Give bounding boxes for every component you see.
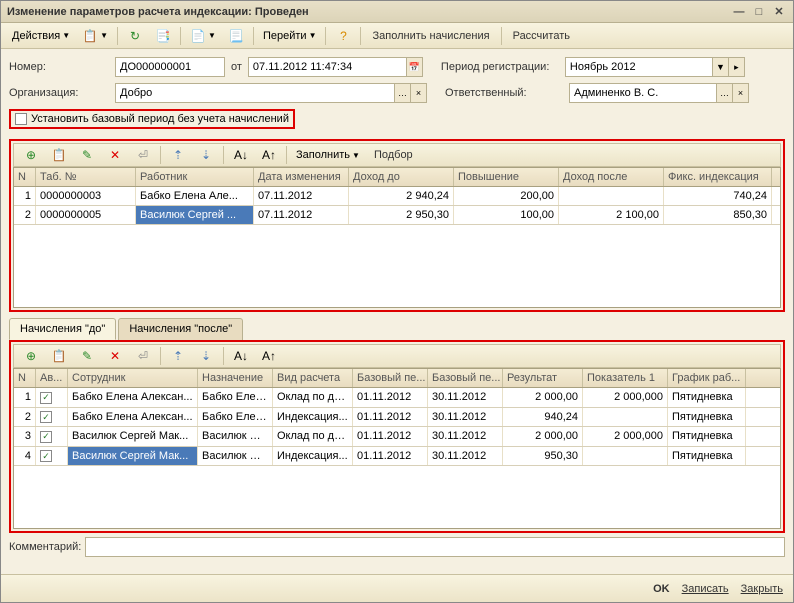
- tab-before[interactable]: Начисления "до": [9, 318, 116, 340]
- select-icon[interactable]: …: [394, 84, 410, 102]
- report-icon[interactable]: 📄▼: [185, 26, 221, 46]
- comment-label: Комментарий:: [9, 541, 81, 553]
- period-label: Период регистрации:: [441, 61, 559, 73]
- grid2[interactable]: N Ав... Сотрудник Назначение Вид расчета…: [13, 368, 781, 529]
- undo-icon[interactable]: ⏎: [130, 346, 156, 366]
- fill-accruals-button[interactable]: Заполнить начисления: [365, 26, 496, 46]
- window-controls: — □ ✕: [731, 5, 787, 19]
- grid1-header: N Таб. № Работник Дата изменения Доход д…: [14, 168, 780, 187]
- footer: OK Записать Закрыть: [1, 574, 793, 602]
- grid1-section: ⊕ 📋 ✎ ✕ ⏎ ⇡ ⇣ A↓ A↑ Заполнить▼ Подбор N …: [9, 139, 785, 312]
- fill-menu[interactable]: Заполнить▼: [291, 145, 365, 165]
- base-period-checkbox[interactable]: [15, 113, 27, 125]
- table-row[interactable]: 2✓Бабко Елена Алексан...Бабко Елен...Инд…: [14, 408, 780, 428]
- maximize-button[interactable]: □: [751, 5, 767, 19]
- copy-icon[interactable]: 📋: [46, 346, 72, 366]
- resp-label: Ответственный:: [445, 87, 563, 99]
- base-period-label: Установить базовый период без учета начи…: [31, 113, 289, 125]
- window-title: Изменение параметров расчета индексации:…: [7, 6, 731, 18]
- move-down-icon[interactable]: ⇣: [193, 346, 219, 366]
- copy-icon[interactable]: 📋: [46, 145, 72, 165]
- period-input[interactable]: Ноябрь 2012▼▸: [565, 57, 745, 77]
- template-icon[interactable]: 📃: [223, 26, 249, 46]
- table-row[interactable]: 4✓Василюк Сергей Мак...Василюк Се...Инде…: [14, 447, 780, 467]
- date-input[interactable]: 07.11.2012 11:47:34📅: [248, 57, 423, 77]
- undo-icon[interactable]: ⏎: [130, 145, 156, 165]
- number-input[interactable]: ДО000000001: [115, 57, 225, 77]
- from-label: от: [231, 61, 242, 73]
- select-button[interactable]: Подбор: [367, 145, 420, 165]
- window: Изменение параметров расчета индексации:…: [0, 0, 794, 603]
- grid2-body: 1✓Бабко Елена Алексан...Бабко Елен...Окл…: [14, 388, 780, 528]
- sort-desc-icon[interactable]: A↑: [256, 346, 282, 366]
- table-row[interactable]: 1 0000000003 Бабко Елена Але... 07.11.20…: [14, 187, 780, 206]
- grid2-toolbar: ⊕ 📋 ✎ ✕ ⏎ ⇡ ⇣ A↓ A↑: [13, 344, 781, 368]
- post-icon[interactable]: 📋▼: [77, 26, 113, 46]
- resp-input[interactable]: Админенко В. С.…×: [569, 83, 749, 103]
- comment-row: Комментарий:: [1, 533, 793, 561]
- titlebar: Изменение параметров расчета индексации:…: [1, 1, 793, 23]
- table-row[interactable]: 3✓Василюк Сергей Мак...Василюк Се...Окла…: [14, 427, 780, 447]
- grid1-body: 1 0000000003 Бабко Елена Але... 07.11.20…: [14, 187, 780, 307]
- save-post-icon[interactable]: 📑: [150, 26, 176, 46]
- close-button[interactable]: ✕: [771, 5, 787, 19]
- refresh-icon[interactable]: ↻: [122, 26, 148, 46]
- sort-asc-icon[interactable]: A↓: [228, 145, 254, 165]
- move-down-icon[interactable]: ⇣: [193, 145, 219, 165]
- actions-menu[interactable]: Действия▼: [7, 26, 75, 46]
- move-up-icon[interactable]: ⇡: [165, 346, 191, 366]
- minimize-button[interactable]: —: [731, 5, 747, 19]
- edit-icon[interactable]: ✎: [74, 145, 100, 165]
- org-input[interactable]: Добро…×: [115, 83, 427, 103]
- org-label: Организация:: [9, 87, 109, 99]
- sort-asc-icon[interactable]: A↓: [228, 346, 254, 366]
- table-row[interactable]: 2 0000000005 Василюк Сергей ... 07.11.20…: [14, 206, 780, 225]
- grid1[interactable]: N Таб. № Работник Дата изменения Доход д…: [13, 167, 781, 308]
- save-button[interactable]: Записать: [682, 583, 729, 595]
- add-icon[interactable]: ⊕: [18, 346, 44, 366]
- calendar-icon[interactable]: 📅: [406, 58, 422, 76]
- add-icon[interactable]: ⊕: [18, 145, 44, 165]
- form-header: Номер: ДО000000001 от 07.11.2012 11:47:3…: [1, 49, 793, 137]
- delete-icon[interactable]: ✕: [102, 346, 128, 366]
- table-row[interactable]: 1✓Бабко Елена Алексан...Бабко Елен...Окл…: [14, 388, 780, 408]
- number-label: Номер:: [9, 61, 109, 73]
- clear-icon[interactable]: ×: [410, 84, 426, 102]
- move-up-icon[interactable]: ⇡: [165, 145, 191, 165]
- help-icon[interactable]: ?: [330, 26, 356, 46]
- edit-icon[interactable]: ✎: [74, 346, 100, 366]
- grid1-toolbar: ⊕ 📋 ✎ ✕ ⏎ ⇡ ⇣ A↓ A↑ Заполнить▼ Подбор: [13, 143, 781, 167]
- comment-input[interactable]: [85, 537, 785, 557]
- tabs: Начисления "до" Начисления "после": [9, 318, 785, 340]
- calculate-button[interactable]: Рассчитать: [506, 26, 577, 46]
- grid2-header: N Ав... Сотрудник Назначение Вид расчета…: [14, 369, 780, 388]
- select-icon[interactable]: …: [716, 84, 732, 102]
- ok-button[interactable]: OK: [653, 583, 670, 595]
- clear-icon[interactable]: ×: [732, 84, 748, 102]
- main-toolbar: Действия▼ 📋▼ ↻ 📑 📄▼ 📃 Перейти▼ ? Заполни…: [1, 23, 793, 49]
- delete-icon[interactable]: ✕: [102, 145, 128, 165]
- spin-icon[interactable]: ▸: [728, 58, 744, 76]
- sort-desc-icon[interactable]: A↑: [256, 145, 282, 165]
- base-period-checkbox-row: Установить базовый период без учета начи…: [9, 109, 295, 129]
- close-footer-button[interactable]: Закрыть: [741, 583, 783, 595]
- goto-menu[interactable]: Перейти▼: [258, 26, 322, 46]
- dropdown-icon[interactable]: ▼: [712, 58, 728, 76]
- tab-after[interactable]: Начисления "после": [118, 318, 243, 340]
- grid2-section: ⊕ 📋 ✎ ✕ ⏎ ⇡ ⇣ A↓ A↑ N Ав... Сотрудник На…: [9, 340, 785, 533]
